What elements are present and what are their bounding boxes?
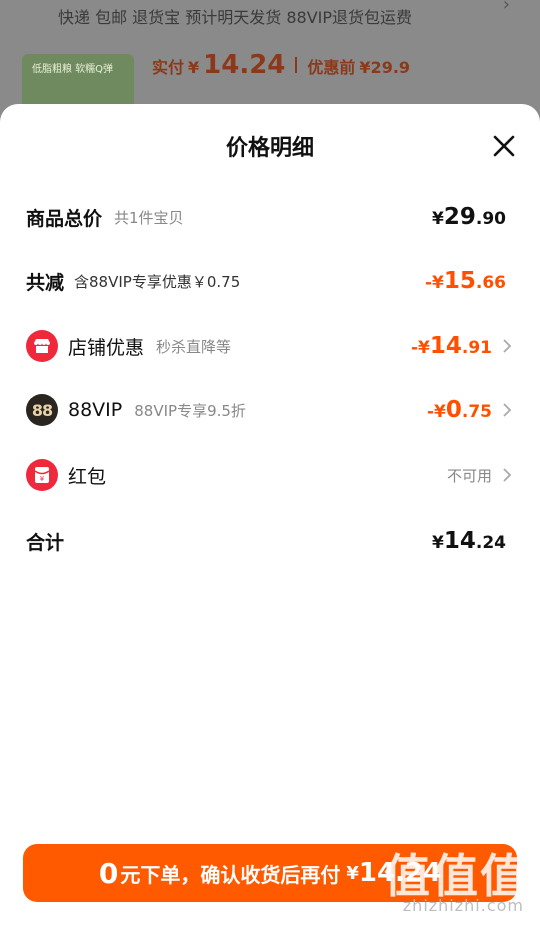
shop-icon	[26, 330, 58, 362]
currency-symbol: -¥	[424, 273, 444, 293]
shipping-info: 快递 包邮 退货宝 预计明天发货 88VIP退货包运费	[58, 8, 413, 27]
price-integer: 29	[443, 204, 476, 230]
row-88vip[interactable]: 88 88VIP 88VIP专享9.5折 -¥ 0 .75	[26, 390, 514, 430]
actual-pay-label: 实付	[152, 58, 185, 77]
vip-discount-price: -¥ 0 .75	[427, 397, 492, 423]
shop-discount-label: 店铺优惠	[68, 336, 145, 359]
red-packet-icon: ¥	[26, 459, 58, 491]
price-detail-sheet: 价格明细 商品总价 共1件宝贝 ¥ 29 .90 共减 含88VIP专享优惠￥0…	[0, 104, 540, 925]
pay-amount: 14.24	[358, 858, 442, 888]
sum-label: 合计	[26, 531, 65, 554]
price-integer: 0	[445, 397, 462, 423]
row-sum: 合计 ¥ 14 .24	[26, 521, 514, 561]
vip-88-icon: 88	[26, 394, 58, 426]
currency-symbol: ¥	[432, 533, 444, 553]
price-integer: 15	[443, 268, 476, 294]
red-packet-status: 不可用	[446, 466, 492, 485]
chevron-right-icon: ›	[502, 0, 510, 15]
actual-pay-amount: 14.24	[203, 50, 286, 80]
total-reduction-price: -¥ 15 .66	[425, 268, 506, 294]
price-decimal: .91	[461, 338, 492, 358]
pay-button[interactable]: 0 元下单，确认收货后再付 ¥ 14.24	[23, 844, 517, 902]
vip-note: 88VIP专享9.5折	[134, 401, 246, 420]
price-decimal: .66	[475, 273, 506, 293]
price-decimal: .90	[475, 209, 506, 229]
sheet-title: 价格明细	[225, 136, 314, 161]
before-discount-amount: ¥29.9	[359, 58, 411, 77]
price-decimal: .75	[461, 402, 492, 422]
red-packet-status-wrap: 不可用	[447, 465, 492, 486]
close-icon[interactable]	[492, 134, 516, 158]
red-packet-label: 红包	[68, 465, 107, 488]
row-red-packet[interactable]: ¥ 红包 不可用	[26, 455, 514, 495]
actual-pay-currency: ¥	[188, 58, 200, 77]
background-price-row: 实付 ¥ 14.24 优惠前 ¥29.9	[152, 50, 410, 80]
svg-text:¥: ¥	[40, 475, 45, 483]
goods-total-label: 商品总价	[26, 207, 103, 230]
goods-total-price: ¥ 29 .90	[432, 204, 506, 230]
price-decimal: .24	[475, 533, 506, 553]
currency-symbol: ¥	[432, 209, 444, 229]
pay-text: 元下单，确认收货后再付	[120, 862, 341, 887]
chevron-right-icon	[500, 401, 514, 419]
divider	[295, 57, 298, 73]
vip-label: 88VIP	[68, 399, 123, 421]
pay-currency: ¥	[346, 862, 359, 884]
chevron-right-icon	[500, 337, 514, 355]
shop-discount-note: 秒杀直降等	[156, 337, 232, 356]
goods-count: 共1件宝贝	[114, 208, 184, 227]
currency-symbol: -¥	[426, 402, 446, 422]
shop-discount-price: -¥ 14 .91	[411, 333, 492, 359]
pay-zero: 0	[98, 856, 119, 890]
row-total-reduction: 共减 含88VIP专享优惠￥0.75 -¥ 15 .66	[26, 261, 514, 301]
sum-price: ¥ 14 .24	[432, 528, 506, 554]
row-goods-total: 商品总价 共1件宝贝 ¥ 29 .90	[26, 197, 514, 237]
currency-symbol: -¥	[410, 338, 430, 358]
reduction-note: 含88VIP专享优惠￥0.75	[74, 272, 241, 291]
price-integer: 14	[443, 528, 476, 554]
chevron-right-icon	[500, 466, 514, 484]
thumbnail-text: 低脂粗粮 软糯Q弹	[32, 64, 114, 75]
total-reduction-label: 共减	[26, 271, 65, 294]
before-discount-label: 优惠前	[307, 58, 356, 77]
price-integer: 14	[429, 333, 462, 359]
row-shop-discount[interactable]: 店铺优惠 秒杀直降等 -¥ 14 .91	[26, 326, 514, 366]
